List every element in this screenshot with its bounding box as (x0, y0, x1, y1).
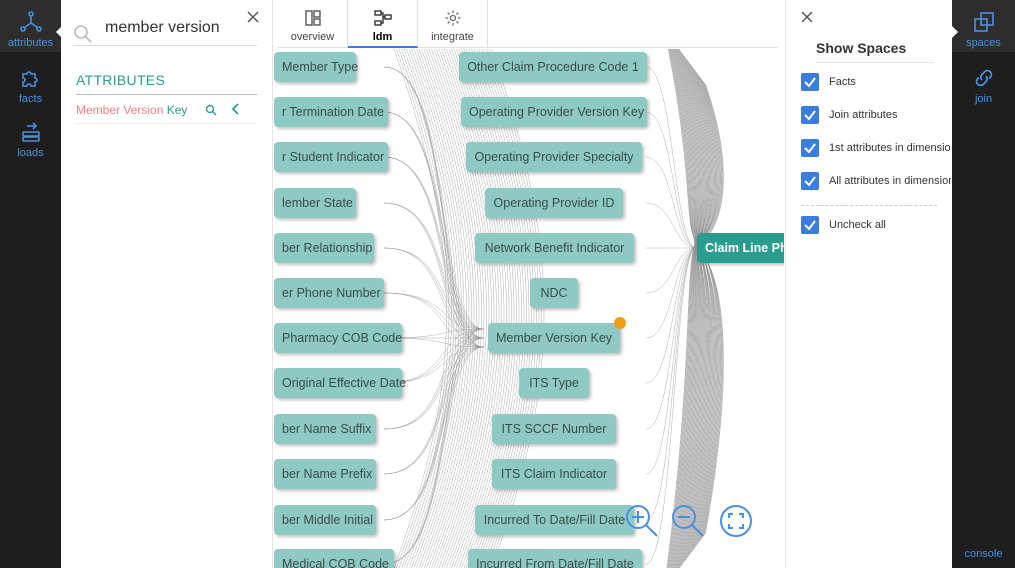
gear-icon (445, 10, 460, 26)
middle-node[interactable]: ITS Claim Indicator (492, 459, 616, 489)
left-node[interactable]: Medical COB Code (274, 549, 394, 568)
left-node[interactable]: ber Name Prefix (274, 459, 376, 489)
tab-integrate[interactable]: integrate (418, 0, 488, 48)
attributes-icon (19, 11, 42, 32)
tab-ldm[interactable]: ldm (348, 0, 418, 48)
zoom-out-icon[interactable] (671, 504, 705, 538)
left-node[interactable]: ber Name Suffix (274, 414, 376, 444)
facts-checkbox[interactable]: Facts (801, 72, 951, 92)
checkbox-label: All attributes in dimensions (829, 175, 951, 187)
spaces-panel: Show Spaces Facts Join attributes 1st at… (785, 0, 952, 568)
left-node[interactable]: er Phone Number (274, 278, 384, 308)
rail-item-loads[interactable]: loads (0, 110, 61, 162)
overview-icon (304, 10, 321, 26)
fit-screen-icon[interactable] (719, 504, 753, 538)
middle-node[interactable]: Network Benefit Indicator (475, 233, 634, 263)
rail-label-join: join (974, 93, 993, 105)
left-node[interactable]: Member Type (274, 52, 358, 82)
join-attributes-checkbox[interactable]: Join attributes (801, 105, 951, 125)
left-rail: attributes facts loads (0, 0, 62, 568)
search-row (73, 14, 257, 46)
active-indicator (952, 26, 958, 38)
all-attributes-checkbox[interactable]: All attributes in dimensions (801, 171, 951, 191)
left-node[interactable]: r Student Indicator (274, 142, 388, 172)
ldm-graph[interactable]: Member Type r Termination Date r Student… (274, 49, 784, 568)
middle-node[interactable]: Incurred From Date/Fill Date (468, 549, 642, 568)
middle-node[interactable]: ITS SCCF Number (492, 414, 616, 444)
hub-node[interactable]: Claim Line Ph (697, 233, 784, 263)
middle-node[interactable]: Other Claim Procedure Code 1 (459, 52, 647, 82)
left-node[interactable]: ber Middle Initial (274, 505, 376, 535)
rail-item-facts[interactable]: facts (0, 56, 61, 108)
left-node[interactable]: Pharmacy COB Code (274, 323, 402, 353)
view-tabs: overview ldm integrate (278, 0, 778, 48)
result-rest: Key (163, 103, 188, 117)
rail-item-attributes[interactable]: attributes (0, 0, 62, 52)
rail-label-loads: loads (17, 147, 44, 159)
ldm-icon (373, 10, 392, 26)
selected-node-indicator (614, 317, 626, 329)
spaces-icon (973, 12, 994, 32)
left-node[interactable]: ber Relationship (274, 233, 374, 263)
result-highlight: Member Version (76, 103, 164, 117)
checkbox-checked-icon (801, 106, 819, 124)
tab-overview[interactable]: overview (278, 0, 348, 48)
rail-label-facts: facts (18, 93, 43, 105)
tab-label-overview: overview (290, 31, 335, 43)
close-spaces-icon[interactable] (800, 10, 814, 24)
middle-node[interactable]: Operating Provider ID (485, 188, 623, 218)
attributes-heading: ATTRIBUTES (76, 72, 257, 95)
middle-node[interactable]: Member Version Key (488, 323, 620, 353)
join-icon (975, 69, 992, 87)
middle-node[interactable]: NDC (530, 278, 578, 308)
locate-icon[interactable] (205, 104, 217, 116)
left-node[interactable]: lember State (274, 188, 356, 218)
rail-label-spaces: spaces (966, 37, 1001, 49)
console-button[interactable]: console (952, 548, 1015, 560)
left-node[interactable]: Original Effective Date (274, 368, 406, 398)
checkbox-label: 1st attributes in dimension (829, 142, 951, 154)
uncheck-all-checkbox[interactable]: Uncheck all (801, 215, 951, 235)
puzzle-icon (21, 71, 38, 87)
checkbox-label: Uncheck all (829, 219, 886, 231)
search-icon (74, 25, 92, 43)
checkbox-label: Join attributes (829, 109, 898, 121)
checkbox-checked-icon (801, 216, 819, 234)
zoom-in-icon[interactable] (625, 504, 659, 538)
loads-icon (21, 122, 40, 142)
tab-label-integrate: integrate (431, 31, 474, 43)
rail-item-spaces[interactable]: spaces (952, 0, 1015, 52)
middle-node[interactable]: Operating Provider Specialty (466, 142, 642, 172)
checkbox-checked-icon (801, 73, 819, 91)
spaces-title: Show Spaces (816, 40, 934, 63)
chevron-left-icon[interactable] (231, 103, 241, 115)
checkbox-label: Facts (829, 76, 856, 88)
first-attributes-checkbox[interactable]: 1st attributes in dimension (801, 138, 951, 158)
rail-label-attributes: attributes (7, 37, 54, 49)
tab-label-ldm: ldm (372, 31, 393, 43)
middle-node[interactable]: Incurred To Date/Fill Date (475, 505, 634, 535)
search-result-item[interactable]: Member Version Key (76, 100, 257, 124)
left-node[interactable]: r Termination Date (274, 97, 388, 127)
divider (801, 205, 937, 206)
right-rail: spaces join console (952, 0, 1015, 568)
middle-node[interactable]: ITS Type (519, 368, 589, 398)
checkbox-checked-icon (801, 139, 819, 157)
middle-node[interactable]: Operating Provider Version Key (461, 97, 647, 127)
rail-item-join[interactable]: join (952, 56, 1015, 108)
checkbox-checked-icon (801, 172, 819, 190)
search-input[interactable] (105, 16, 255, 40)
search-panel: ATTRIBUTES Member Version Key (61, 0, 273, 568)
